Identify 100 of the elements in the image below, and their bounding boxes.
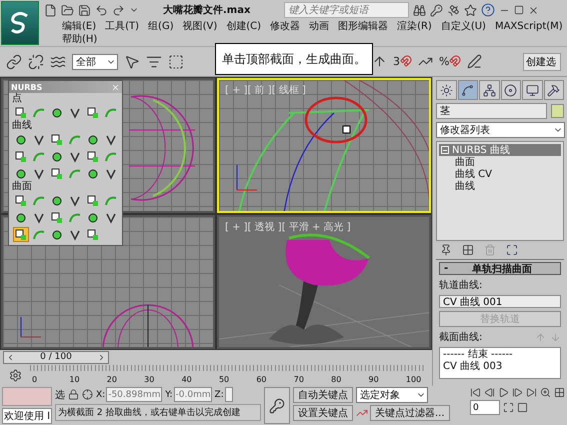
section-curve-list[interactable]: ------ 结束 ------ CV 曲线 003 [439,347,561,379]
panel-tab[interactable] [522,80,542,100]
show-result-icon[interactable] [462,244,474,256]
rail-curve-field[interactable]: CV 曲线 001 [439,295,561,308]
coordinate-field[interactable] [224,387,233,402]
nurbs-tool-button[interactable] [49,166,65,181]
nurbs-tool-icon [51,168,63,180]
panel-tab[interactable] [436,80,456,100]
maximize-icon[interactable] [514,5,524,15]
nurbs-tool-button[interactable] [85,227,101,242]
link-icon[interactable] [6,54,22,70]
next-frame-icon[interactable] [512,387,523,398]
snap-toggle[interactable]: 3 [393,55,412,68]
time-slider-thumb[interactable]: 0 / 100 [3,350,109,364]
star-icon[interactable] [464,4,478,16]
list-item[interactable]: ------ 结束 ------ [443,349,557,361]
save-icon[interactable] [78,4,91,16]
help-icon[interactable] [481,3,496,17]
menu-item[interactable]: MAXScript(M) [494,20,563,33]
auto-key-button[interactable]: 自动关键点 [293,387,353,403]
viewport-label[interactable]: [ + ][ 透视 ][ 平滑 + 高光 ] [225,220,351,234]
lock-icon[interactable] [68,389,79,400]
menu-item[interactable]: 帮助(H) [62,33,98,46]
color-swatch[interactable] [551,104,564,118]
panel-tab[interactable] [544,80,564,100]
app-logo[interactable] [1,1,39,45]
frame-field[interactable]: 0 [470,400,500,415]
coordinate-label: X: [96,390,106,400]
set-key-button[interactable] [264,387,290,424]
stack-item[interactable]: NURBS 曲线 [439,144,561,156]
maximize-viewport-icon[interactable] [517,402,528,413]
nurbs-tool-button[interactable] [49,210,65,225]
key-filters-button[interactable]: 关键点过滤器... [370,405,450,421]
rollout-header[interactable]: - 单轨扫描曲面 [439,262,561,275]
key-mode-dropdown[interactable]: 选定对象 [356,387,428,403]
stack-item[interactable]: 曲线 CV [439,168,561,180]
unlink-icon[interactable] [28,54,44,70]
redo-icon[interactable] [112,4,125,16]
panel-tab[interactable] [479,80,500,100]
object-name-field[interactable]: 茎 [436,103,547,119]
menu-item[interactable]: 工具(T) [105,20,140,33]
nurbs-tool-button[interactable] [85,105,101,120]
selection-region-icon[interactable] [168,54,184,70]
go-to-end-icon[interactable] [526,387,537,398]
folder-icon[interactable] [61,4,74,16]
percent-snap-toggle[interactable]: % [439,55,462,68]
new-file-icon[interactable] [44,4,57,16]
menu-item[interactable]: 创建(C) [226,20,262,33]
nurbs-tool-icon [51,194,63,206]
modifier-list-dropdown[interactable]: 修改器列表 [436,122,565,138]
close-icon[interactable] [528,4,540,16]
curve-editor-icon[interactable] [356,407,368,419]
viewport[interactable]: [ + ][ 透视 ][ 平滑 + 高光 ] [217,214,431,349]
menu-item[interactable]: 视图(V) [182,20,218,33]
zoom-extents-icon[interactable] [503,402,514,413]
coordinate-field[interactable]: -0.0mm [174,387,212,402]
zoom-all-icon[interactable] [554,387,565,398]
search-field[interactable]: 键入关键字或短语 [284,2,410,18]
binoculars-icon[interactable] [413,4,426,16]
undo-icon[interactable] [95,4,108,16]
nurbs-tool-button[interactable] [85,149,101,164]
edit-named-selection-icon[interactable] [467,54,482,69]
satellite-icon[interactable] [447,4,460,16]
pin-icon[interactable] [440,244,452,256]
menu-item[interactable]: 自定义(U) [440,20,486,33]
nurbs-tool-icon [69,134,81,146]
section-title: 曲面 [11,181,33,193]
menu-item[interactable]: 编辑(E) [62,20,96,33]
track-bar[interactable]: 0 10 20 30 40 50 60 70 80 90 100 [30,365,424,385]
zoom-icon[interactable] [540,387,551,398]
select-icon[interactable] [124,54,140,70]
menu-item[interactable]: 渲染(R) [397,20,432,33]
nurbs-tool-button[interactable] [13,193,29,208]
coordinate-field[interactable]: -50.898mm [106,387,162,402]
nurbs-tool-button[interactable] [13,149,29,164]
nurbs-tool-button[interactable] [49,132,65,147]
play-icon[interactable] [498,387,509,398]
menu-item[interactable]: 图形编辑器 [338,20,388,33]
named-selection-field[interactable]: 创建选 [523,52,561,70]
stack-item[interactable]: 曲线 [439,180,561,192]
nurbs-tool-button[interactable] [85,193,101,208]
chevron-left-icon[interactable] [6,352,15,362]
nurbs-tool-button[interactable] [13,105,29,120]
menu-item[interactable]: 组(G) [148,20,174,33]
previous-frame-icon[interactable] [484,387,495,398]
set-key-mode-button[interactable]: 设置关键点 [293,405,353,421]
configure-icon[interactable] [506,244,518,256]
menu-item[interactable]: 动画 [309,20,330,33]
menu-item[interactable]: 修改器 [270,20,300,33]
selection-filter-dropdown[interactable]: 全部 [72,54,118,70]
list-item[interactable]: CV 曲线 003 [443,361,557,373]
stack-item[interactable]: 曲面 [439,156,561,168]
frame-number: 10 [69,375,81,384]
panel-tab[interactable] [500,80,521,100]
transform-mode-icon[interactable] [82,389,93,400]
key-icon[interactable] [430,4,444,16]
nurbs-tool-button[interactable] [13,227,29,242]
track-settings-icon[interactable] [8,368,22,382]
panel-tab[interactable] [458,80,478,100]
go-to-start-icon[interactable] [470,387,481,398]
